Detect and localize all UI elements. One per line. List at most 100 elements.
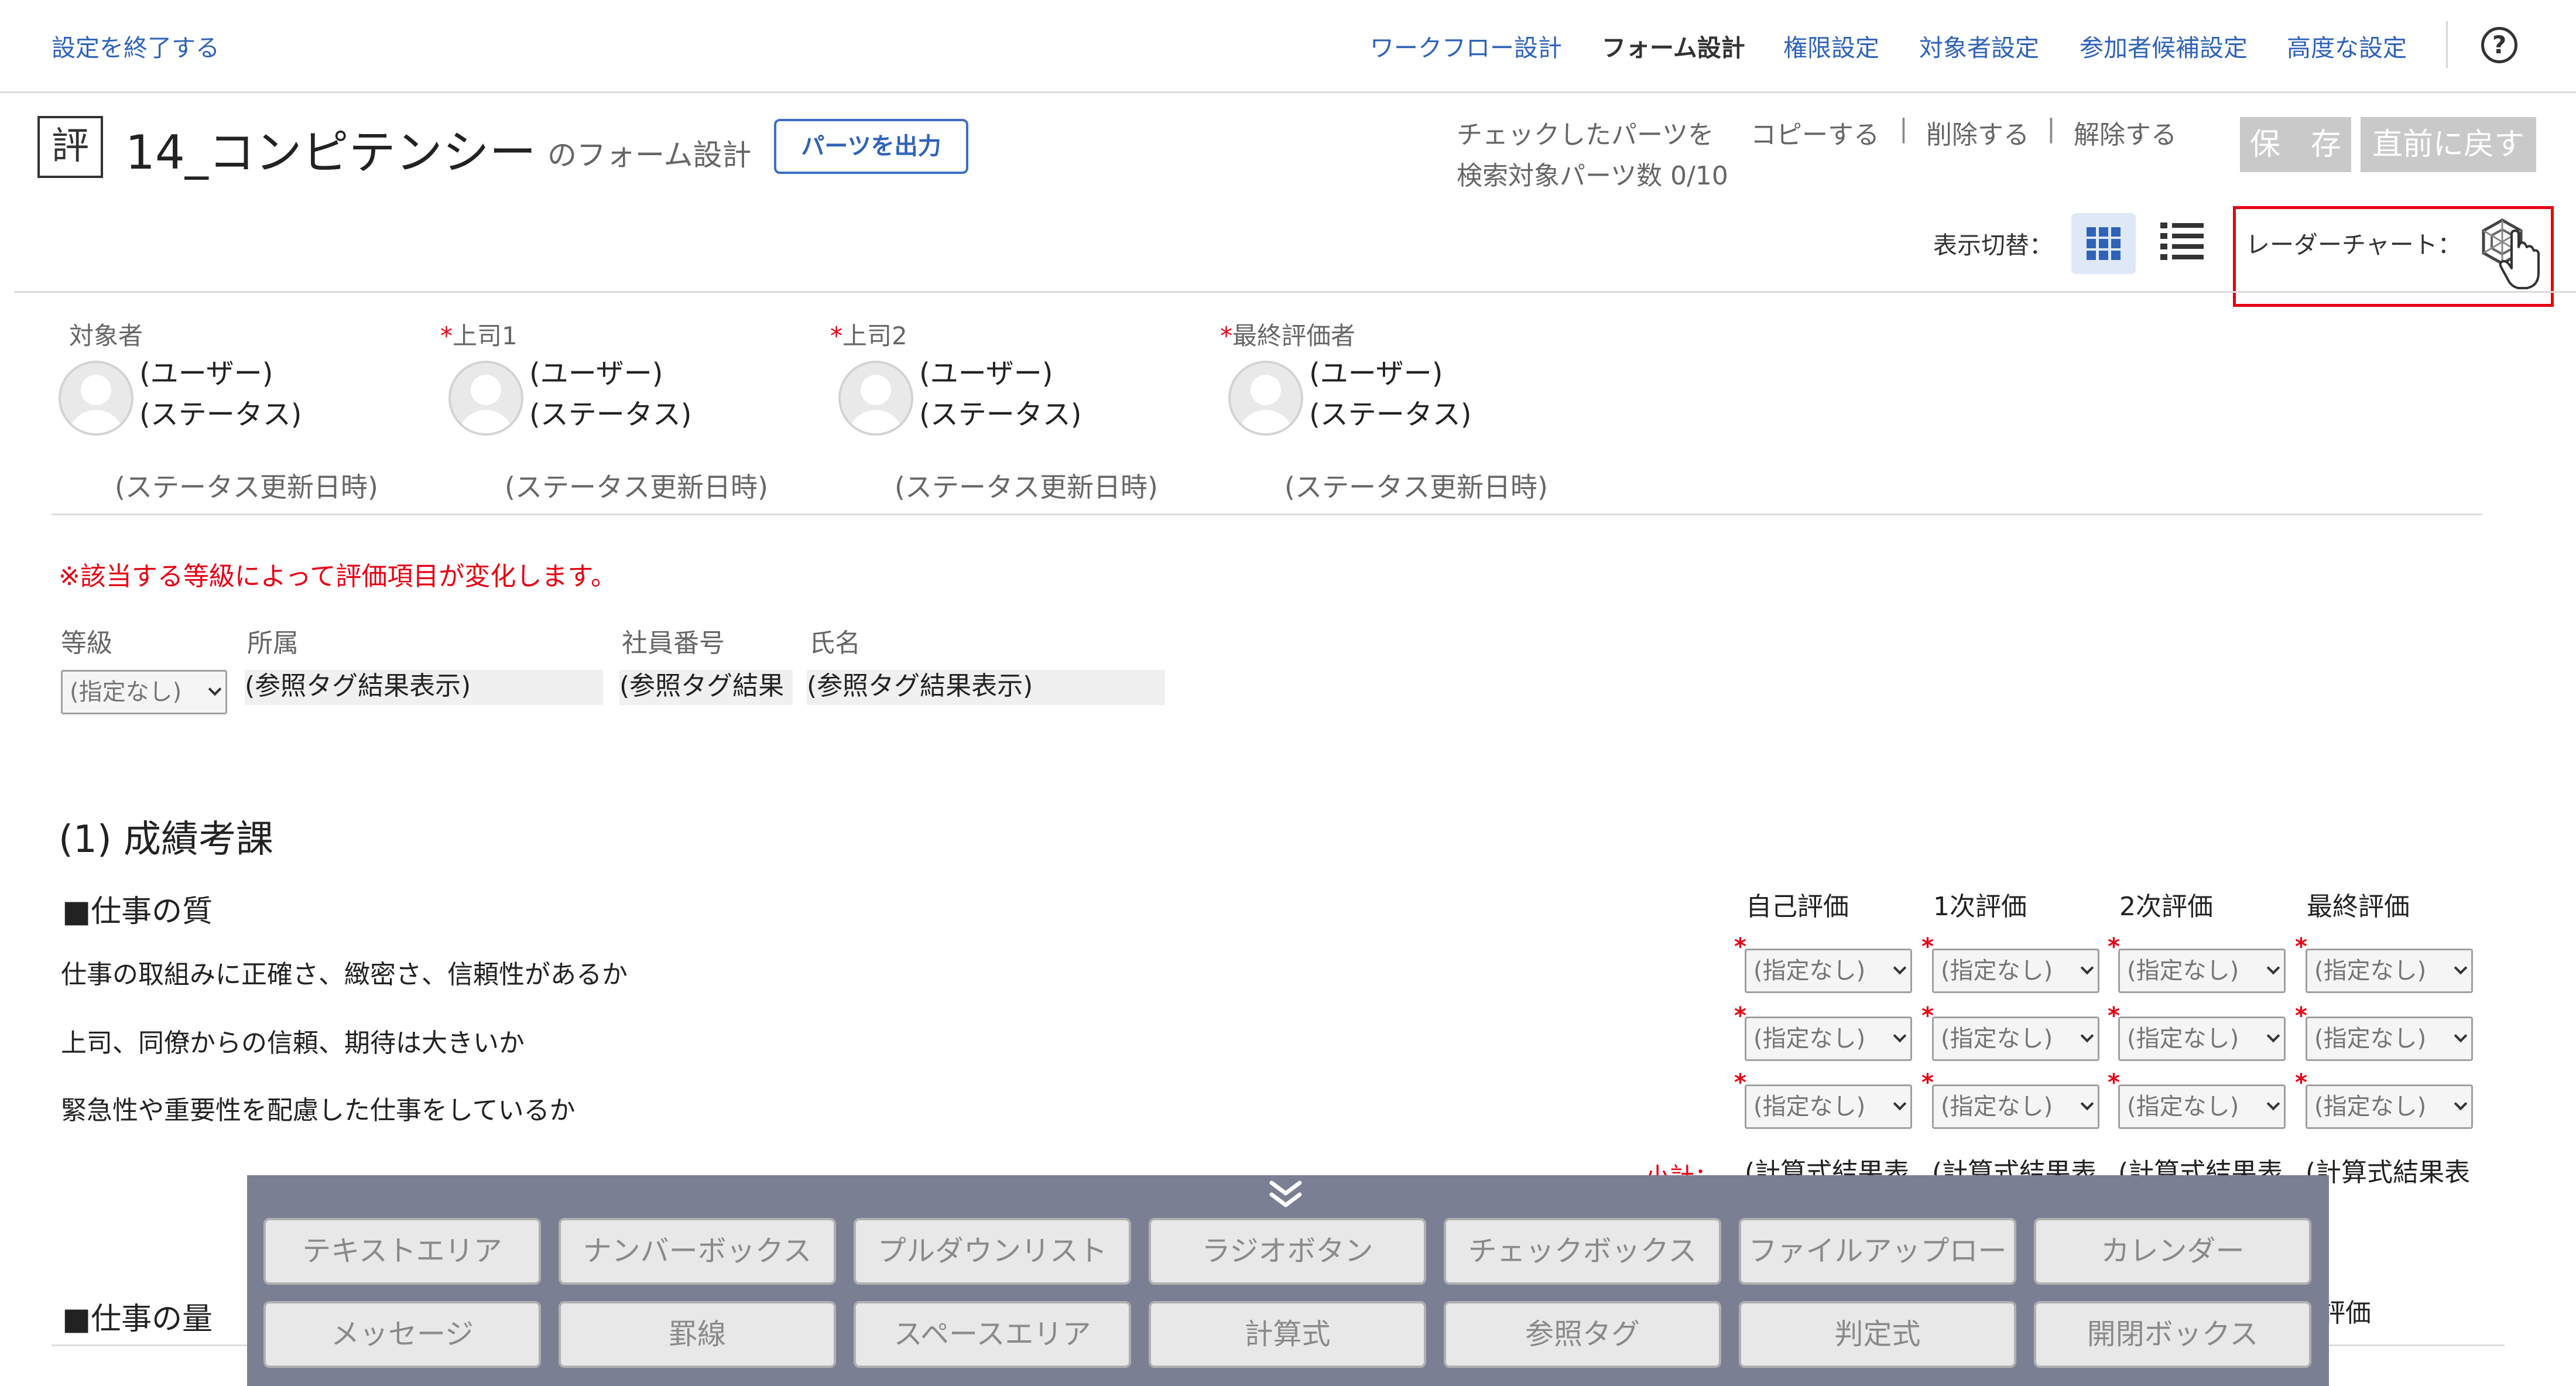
evaluation-icon: 評: [37, 116, 103, 178]
palette-formula-button[interactable]: 計算式: [1149, 1301, 1426, 1368]
employee-number-label: 社員番号: [622, 628, 725, 658]
rating-select[interactable]: (指定なし): [2118, 1017, 2286, 1061]
participant-label: *上司1: [440, 321, 518, 350]
col-header-second: 2次評価: [2119, 892, 2213, 922]
employee-number-ref-field: (参照タグ結果: [619, 670, 793, 705]
col-header-final: 最終評価: [2307, 892, 2410, 922]
avatar: [1228, 361, 1303, 436]
section-title: (1) 成績考課: [59, 818, 273, 861]
palette-fileupload-button[interactable]: ファイルアップロード: [1739, 1218, 2016, 1330]
rating-select[interactable]: (指定なし): [1745, 1017, 1912, 1061]
top-nav-divider: [0, 91, 2576, 93]
separator: |: [2047, 114, 2056, 143]
copy-link[interactable]: コピーする: [1751, 114, 1879, 151]
avatar: [59, 361, 133, 436]
radar-chart-icon[interactable]: [2478, 217, 2542, 293]
participant-label: *上司2: [830, 321, 907, 350]
participant-status-date: (ステータス更新日時): [115, 471, 378, 503]
subsection-quantity: ■仕事の量: [62, 1302, 213, 1337]
revert-button[interactable]: 直前に戻す: [2361, 117, 2536, 172]
header-divider: [14, 291, 2576, 293]
nav-target-settings[interactable]: 対象者設定: [1919, 28, 2039, 63]
palette-numberbox-button[interactable]: ナンバーボックス: [559, 1218, 836, 1285]
release-link[interactable]: 解除する: [2074, 114, 2177, 151]
nav-advanced-settings[interactable]: 高度な設定: [2287, 28, 2407, 63]
participant-status: (ステータス): [139, 398, 302, 431]
col-header-first: 1次評価: [1933, 892, 2027, 922]
participant-status-date: (ステータス更新日時): [505, 471, 768, 503]
page-title: 14_コンピテンシー: [125, 125, 536, 180]
grade-label: 等級: [61, 628, 112, 658]
palette-rule-button[interactable]: 罫線: [559, 1301, 836, 1368]
participant-user: (ユーザー): [139, 357, 273, 390]
rating-select[interactable]: (指定なし): [2118, 949, 2286, 993]
required-mark: *: [440, 321, 453, 350]
department-ref-field: (参照タグ結果表示): [245, 670, 603, 705]
col-header-self: 自己評価: [1746, 892, 1849, 922]
page-subtitle: のフォーム設計: [547, 138, 752, 172]
palette-checkbox-button[interactable]: チェックボックス: [1444, 1218, 1721, 1285]
palette-textarea-button[interactable]: テキストエリア: [263, 1218, 541, 1285]
palette-collapsible-box-button[interactable]: 開閉ボックス: [2034, 1301, 2311, 1368]
participants-divider: [52, 514, 2482, 515]
palette-judgment-button[interactable]: 判定式: [1739, 1301, 2016, 1368]
participant-label: *最終評価者: [1220, 321, 1356, 350]
rating-select[interactable]: (指定なし): [1932, 1017, 2099, 1061]
subsection-quality: ■仕事の質: [62, 894, 213, 929]
collapse-chevron-icon[interactable]: [1267, 1178, 1304, 1211]
exit-settings-link[interactable]: 設定を終了する: [52, 28, 220, 63]
participant-status-date: (ステータス更新日時): [1284, 471, 1548, 503]
avatar: [838, 361, 913, 436]
participant-user: (ユーザー): [919, 357, 1053, 390]
question-text: 緊急性や重要性を配慮した仕事をしているか: [61, 1096, 576, 1125]
required-mark: *: [830, 321, 842, 350]
participant-status-date: (ステータス更新日時): [895, 471, 1158, 503]
calc-result: (計算式結果表: [2306, 1158, 2471, 1187]
palette-spacearea-button[interactable]: スペースエリア: [854, 1301, 1131, 1368]
help-icon[interactable]: ?: [2481, 27, 2517, 63]
grade-select[interactable]: (指定なし): [61, 670, 227, 714]
list-view-toggle[interactable]: [2160, 220, 2205, 267]
palette-calendar-button[interactable]: カレンダー: [2034, 1218, 2311, 1285]
rating-select[interactable]: (指定なし): [1932, 1084, 2099, 1129]
palette-pulldown-button[interactable]: プルダウンリスト: [854, 1218, 1131, 1285]
rating-select[interactable]: (指定なし): [1745, 1084, 1912, 1129]
export-parts-button[interactable]: パーツを出力: [774, 119, 968, 174]
grade-notice: ※該当する等級によって評価項目が変化します。: [59, 562, 616, 591]
participant-status: (ステータス): [529, 398, 692, 431]
participant-status: (ステータス): [919, 398, 1082, 431]
required-mark: *: [1220, 321, 1232, 350]
rating-select[interactable]: (指定なし): [1932, 949, 2099, 993]
delete-link[interactable]: 削除する: [1926, 114, 2029, 151]
avatar: [448, 361, 523, 436]
grid-view-toggle[interactable]: [2071, 213, 2136, 274]
rating-select[interactable]: (指定なし): [2306, 1084, 2473, 1129]
checked-parts-label: チェックしたパーツを: [1457, 120, 1714, 150]
nav-form-design[interactable]: フォーム設計: [1602, 28, 1745, 63]
nav-permission-settings[interactable]: 権限設定: [1783, 28, 1879, 63]
palette-reftag-button[interactable]: 参照タグ: [1444, 1301, 1721, 1368]
nav-workflow-design[interactable]: ワークフロー設計: [1370, 28, 1562, 63]
name-ref-field: (参照タグ結果表示): [807, 670, 1165, 705]
rating-select[interactable]: (指定なし): [2118, 1084, 2286, 1129]
search-parts-count: 検索対象パーツ数 0/10: [1457, 161, 1728, 191]
palette-message-button[interactable]: メッセージ: [263, 1301, 541, 1368]
participant-label: 対象者: [69, 321, 143, 350]
question-text: 仕事の取組みに正確さ、緻密さ、信頼性があるか: [61, 960, 628, 990]
participant-status: (ステータス): [1309, 398, 1472, 431]
rating-select[interactable]: (指定なし): [2306, 1017, 2473, 1061]
view-switch-label: 表示切替：: [1933, 231, 2053, 259]
palette-radio-button[interactable]: ラジオボタン: [1149, 1218, 1426, 1285]
participant-user: (ユーザー): [529, 357, 663, 390]
nav-divider: [2446, 21, 2448, 68]
participant-user: (ユーザー): [1309, 357, 1443, 390]
radar-chart-label: レーダーチャート：: [2246, 231, 2462, 259]
department-label: 所属: [247, 628, 299, 658]
nav-participant-candidate-settings[interactable]: 参加者候補設定: [2080, 28, 2248, 63]
rating-select[interactable]: (指定なし): [2306, 949, 2473, 993]
save-button[interactable]: 保 存: [2240, 117, 2351, 172]
separator: |: [1899, 114, 1908, 143]
question-text: 上司、同僚からの信頼、期待は大きいか: [61, 1028, 525, 1058]
rating-select[interactable]: (指定なし): [1745, 949, 1912, 993]
name-label: 氏名: [809, 628, 861, 658]
